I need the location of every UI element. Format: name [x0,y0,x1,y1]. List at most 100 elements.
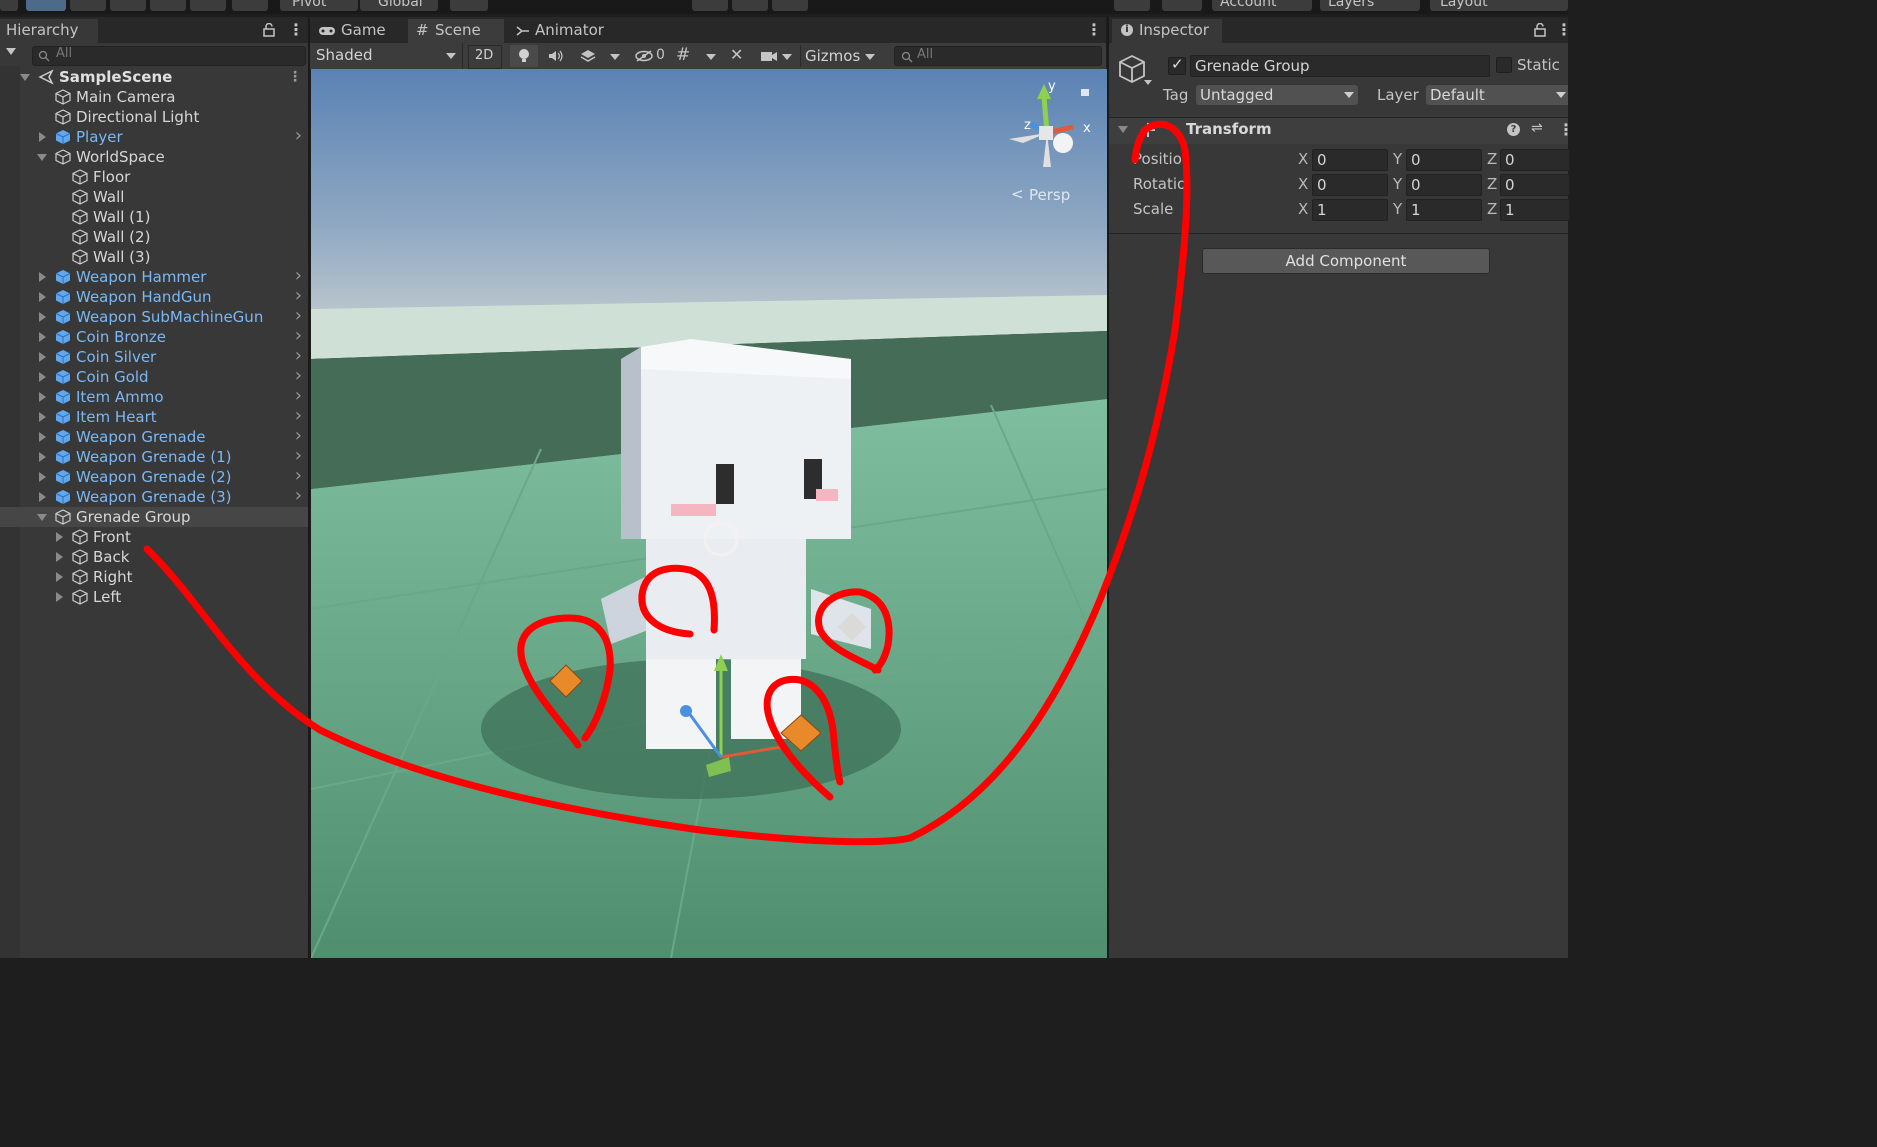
open-prefab-chevron-icon[interactable]: › [295,445,302,466]
open-prefab-chevron-icon[interactable]: › [295,465,302,486]
create-dropdown-icon[interactable] [6,48,16,55]
expand-down-icon[interactable] [37,514,47,521]
open-prefab-chevron-icon[interactable]: › [295,345,302,366]
scale-z-field[interactable]: 1 [1500,199,1570,221]
hierarchy-item[interactable]: Weapon Grenade (3) › [0,485,308,507]
transform-tool-button[interactable] [190,0,226,11]
hierarchy-item[interactable]: Coin Bronze › [0,325,308,347]
expand-right-icon[interactable] [39,412,46,422]
hierarchy-item[interactable]: Player › [0,125,308,147]
hierarchy-item[interactable]: Wall (2) [0,227,308,247]
move-tool-button[interactable] [26,0,66,11]
scene-menu-icon[interactable]: ⋮ [288,69,302,85]
rotation-y-field[interactable]: 0 [1406,174,1482,196]
open-prefab-chevron-icon[interactable]: › [295,385,302,406]
object-name-field[interactable]: Grenade Group [1190,55,1490,77]
expand-right-icon[interactable] [39,452,46,462]
hierarchy-item[interactable]: Weapon HandGun › [0,285,308,307]
axis-y-label[interactable]: Y [1393,150,1402,168]
expand-right-icon[interactable] [39,492,46,502]
hierarchy-item[interactable]: Weapon Grenade (1) › [0,445,308,467]
hierarchy-menu-icon[interactable]: ⋮ [288,20,304,39]
rotation-z-field[interactable]: 0 [1500,174,1570,196]
expand-right-icon[interactable] [39,372,46,382]
hierarchy-item[interactable]: Wall [0,187,308,207]
hierarchy-item[interactable]: Floor [0,167,308,187]
open-prefab-chevron-icon[interactable]: › [295,485,302,506]
tools-toggle[interactable]: ✕ [726,45,752,67]
hierarchy-item[interactable]: Grenade Group [0,507,308,527]
transform-foldout-icon[interactable] [1118,126,1128,133]
transform-row-label[interactable]: Scale [1133,200,1189,218]
open-prefab-chevron-icon[interactable]: › [295,325,302,346]
expand-right-icon[interactable] [56,532,63,542]
expand-right-icon[interactable] [39,352,46,362]
layer-dropdown[interactable]: Default [1426,85,1568,105]
scale-tool-button[interactable] [110,0,146,11]
lock-icon[interactable] [262,23,276,37]
inspector-menu-icon[interactable]: ⋮ [1556,20,1572,39]
expand-right-icon[interactable] [39,272,46,282]
expand-right-icon[interactable] [39,472,46,482]
axis-y-label[interactable]: Y [1393,200,1402,218]
hierarchy-item[interactable]: Directional Light [0,107,308,127]
hierarchy-item[interactable]: WorldSpace [0,147,308,167]
inspector-lock-icon[interactable] [1533,23,1547,37]
effects-dropdown[interactable] [574,45,624,67]
position-x-field[interactable]: 0 [1312,149,1388,171]
hierarchy-item[interactable]: Back [0,547,308,567]
transform-row-label[interactable]: Position [1133,150,1189,168]
cloud-button[interactable] [1162,0,1202,11]
shading-mode-dropdown[interactable]: Shaded [310,43,463,69]
hierarchy-item[interactable]: SampleScene ⋮ [0,67,308,87]
axis-z-label[interactable]: Z [1487,175,1497,193]
collab-button[interactable] [1114,0,1150,11]
hierarchy-item[interactable]: Main Camera [0,87,308,107]
tab-game[interactable]: Game [312,19,406,43]
axis-x-label[interactable]: X [1298,150,1308,168]
global-toggle[interactable]: Global [360,0,438,11]
tab-animator[interactable]: Animator [508,19,618,43]
expand-right-icon[interactable] [56,572,63,582]
open-prefab-chevron-icon[interactable]: › [295,285,302,306]
transform-header[interactable] [1109,118,1568,144]
hierarchy-item[interactable]: Item Heart › [0,405,308,427]
hierarchy-item[interactable]: Right [0,567,308,587]
layout-dropdown[interactable]: Layout [1430,0,1568,11]
scene-menu-icon[interactable]: ⋮ [1086,20,1102,39]
add-component-button[interactable]: Add Component [1202,248,1490,274]
expand-right-icon[interactable] [39,132,46,142]
scene-viewport[interactable]: y x z < Persp [311,69,1107,958]
axis-x-label[interactable]: X [1298,175,1308,193]
grid-snap-button[interactable] [450,0,488,11]
scale-y-field[interactable]: 1 [1406,199,1482,221]
hidden-objects-toggle[interactable]: 0 [630,45,670,67]
open-prefab-chevron-icon[interactable]: › [295,265,302,286]
open-prefab-chevron-icon[interactable]: › [295,305,302,326]
account-dropdown[interactable]: Account [1212,0,1312,11]
hierarchy-item[interactable]: Front [0,527,308,547]
expand-right-icon[interactable] [39,312,46,322]
expand-right-icon[interactable] [39,432,46,442]
open-prefab-chevron-icon[interactable]: › [295,405,302,426]
help-icon[interactable]: ? [1507,123,1520,136]
hierarchy-item[interactable]: Wall (3) [0,247,308,267]
gizmos-dropdown[interactable]: Gizmos [800,45,883,67]
hierarchy-item[interactable]: Weapon Grenade › [0,425,308,447]
axis-x-label[interactable]: X [1298,200,1308,218]
axis-z-label[interactable]: Z [1487,200,1497,218]
position-z-field[interactable]: 0 [1500,149,1570,171]
axis-y-label[interactable]: Y [1393,175,1402,193]
hierarchy-search-input[interactable] [32,46,306,66]
custom-tool-button[interactable] [232,0,268,11]
position-y-field[interactable]: 0 [1406,149,1482,171]
open-prefab-chevron-icon[interactable]: › [295,365,302,386]
rotation-x-field[interactable]: 0 [1312,174,1388,196]
scene-search-input[interactable]: All [894,46,1102,66]
expand-right-icon[interactable] [39,392,46,402]
play-button[interactable] [692,0,728,11]
panel-divider[interactable] [308,17,310,958]
layers-dropdown[interactable]: Layers [1320,0,1420,11]
expand-right-icon[interactable] [56,552,63,562]
hierarchy-item[interactable]: Left [0,587,308,607]
